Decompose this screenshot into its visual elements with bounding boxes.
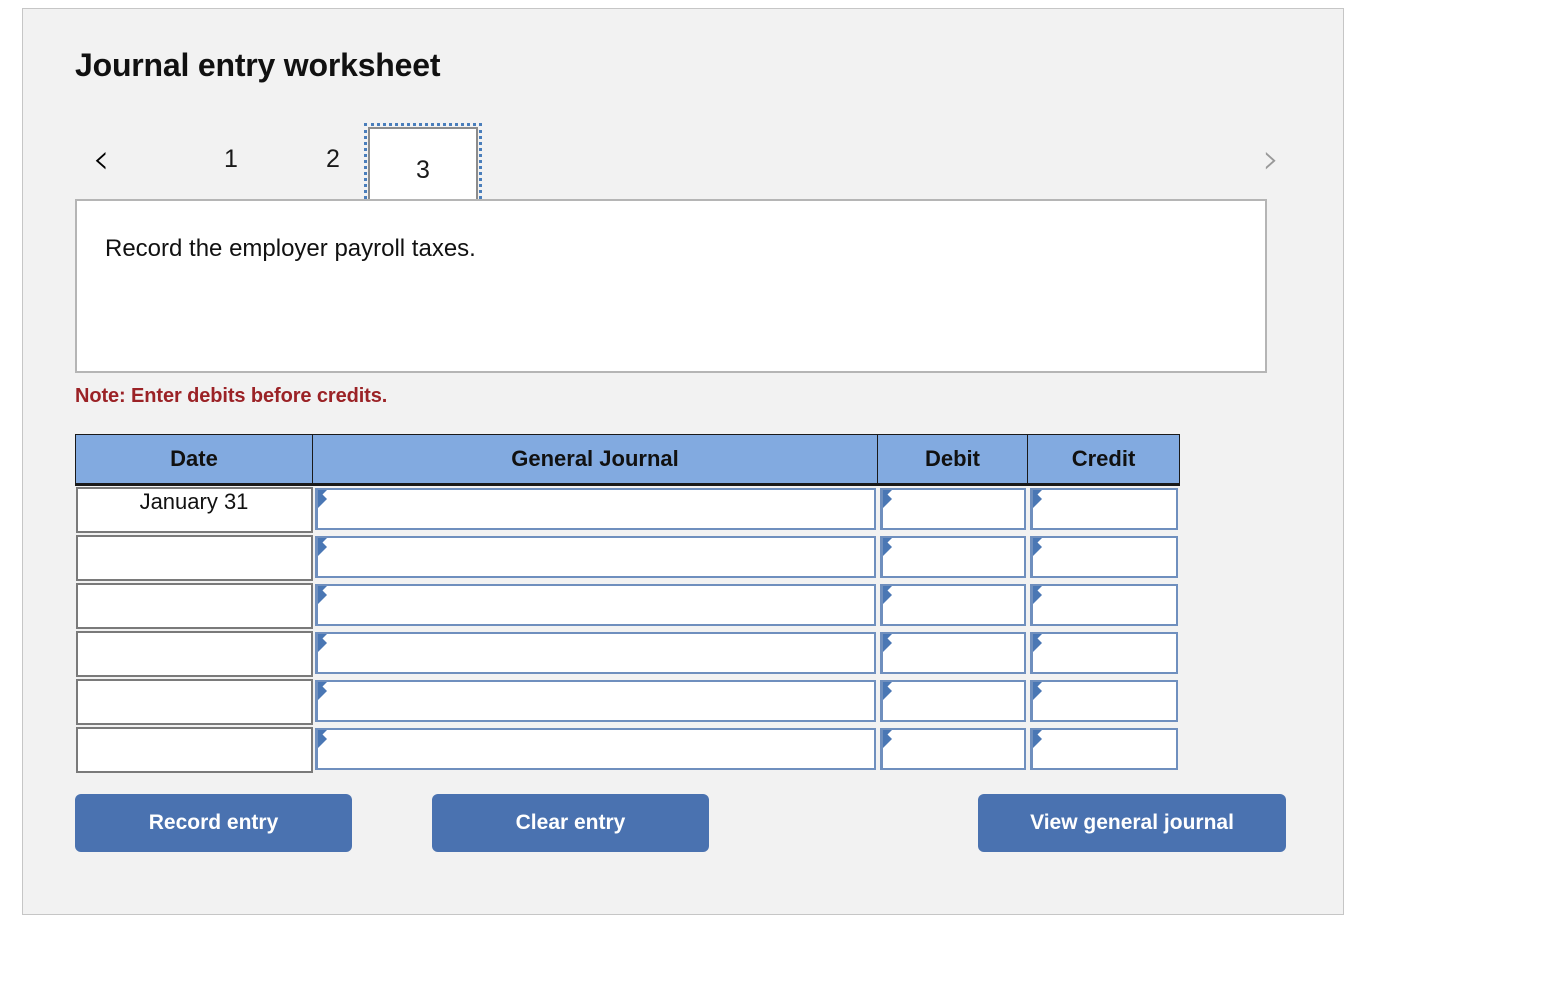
general-journal-input[interactable] (314, 680, 876, 722)
record-entry-button[interactable]: Record entry (75, 794, 352, 852)
general-journal-input[interactable] (314, 536, 876, 578)
table-row: January 31 (75, 485, 1180, 535)
clear-entry-button[interactable]: Clear entry (432, 794, 709, 852)
table-row (75, 726, 1180, 774)
date-cell[interactable] (75, 727, 313, 773)
chevron-left-icon[interactable]: ‹ (81, 133, 121, 185)
credit-input[interactable] (1029, 680, 1178, 722)
credit-input[interactable] (1029, 488, 1178, 530)
date-cell[interactable] (75, 679, 313, 725)
journal-entry-table: Date General Journal Debit Credit Januar… (75, 434, 1180, 774)
general-journal-input[interactable] (314, 632, 876, 674)
entry-tab-1[interactable]: 1 (199, 133, 263, 185)
chevron-right-icon[interactable]: › (1251, 133, 1291, 185)
general-journal-input[interactable] (314, 488, 876, 530)
debit-input[interactable] (879, 536, 1026, 578)
date-cell[interactable]: January 31 (75, 487, 313, 533)
column-header-general-journal: General Journal (312, 434, 878, 486)
date-cell[interactable] (75, 583, 313, 629)
debit-input[interactable] (879, 728, 1026, 770)
column-header-credit: Credit (1027, 434, 1180, 486)
page-title: Journal entry worksheet (75, 47, 441, 83)
date-cell[interactable] (75, 631, 313, 677)
date-cell[interactable] (75, 535, 313, 581)
credit-input[interactable] (1029, 728, 1178, 770)
table-row (75, 630, 1180, 678)
column-header-debit: Debit (877, 434, 1028, 486)
general-journal-input[interactable] (314, 584, 876, 626)
credit-input[interactable] (1029, 584, 1178, 626)
entry-tab-strip: ‹ 1 2 3 › (63, 119, 1303, 217)
view-general-journal-button[interactable]: View general journal (978, 794, 1286, 852)
table-row (75, 678, 1180, 726)
table-header-row: Date General Journal Debit Credit (75, 434, 1180, 486)
entry-description-text: Record the employer payroll taxes. (105, 235, 476, 262)
worksheet-panel: Journal entry worksheet ‹ 1 2 3 › Record… (22, 8, 1344, 915)
table-row (75, 582, 1180, 630)
general-journal-input[interactable] (314, 728, 876, 770)
entry-description-box: Record the employer payroll taxes. (75, 199, 1267, 373)
entry-tab-2[interactable]: 2 (301, 133, 365, 185)
debit-input[interactable] (879, 584, 1026, 626)
credit-input[interactable] (1029, 536, 1178, 578)
debit-input[interactable] (879, 680, 1026, 722)
credit-input[interactable] (1029, 632, 1178, 674)
debits-before-credits-note: Note: Enter debits before credits. (75, 385, 388, 407)
table-row (75, 534, 1180, 582)
debit-input[interactable] (879, 488, 1026, 530)
debit-input[interactable] (879, 632, 1026, 674)
column-header-date: Date (75, 434, 313, 486)
